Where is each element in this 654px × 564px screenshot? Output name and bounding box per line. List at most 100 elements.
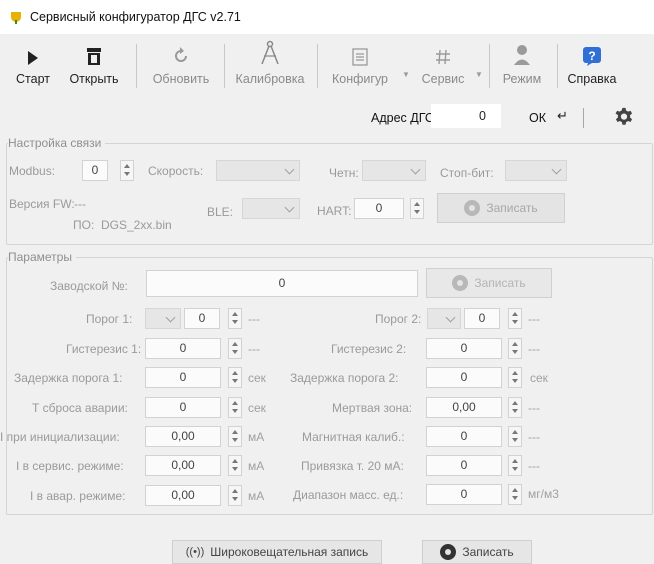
- service-dropdown-icon[interactable]: ▼: [475, 70, 483, 79]
- hart-input[interactable]: 0: [354, 198, 404, 219]
- po-value: DGS_2xx.bin: [101, 218, 172, 232]
- threshold1-spinner[interactable]: [228, 308, 242, 329]
- refresh-button[interactable]: Обновить: [145, 40, 217, 94]
- delay1-input[interactable]: 0: [145, 367, 221, 388]
- po-label: ПО:: [73, 218, 95, 232]
- bind-20ma-label: Привязка т. 20 мА:: [301, 459, 404, 473]
- alarm-reset-label: Т сброса аварии:: [32, 401, 128, 415]
- start-button[interactable]: Старт: [14, 40, 52, 94]
- threshold2-input[interactable]: 0: [464, 308, 500, 329]
- help-button[interactable]: ? Справка: [563, 40, 621, 94]
- fw-version-value: ---: [74, 197, 86, 211]
- range-label: Диапазон масс. ед.:: [293, 488, 404, 502]
- enter-icon[interactable]: ↵: [557, 108, 568, 124]
- toolbar-separator: [136, 44, 137, 88]
- bottom-write-label: Записать: [462, 545, 514, 559]
- service-button[interactable]: Сервис: [416, 40, 470, 94]
- alarm-reset-spinner[interactable]: [228, 397, 242, 418]
- alarm-reset-input[interactable]: 0: [145, 397, 221, 418]
- connection-write-button[interactable]: Записать: [437, 193, 565, 223]
- magnetic-cal-label: Магнитная калиб.:: [302, 430, 405, 444]
- calibration-label: Калибровка: [235, 72, 305, 86]
- hart-spinner[interactable]: [410, 198, 424, 219]
- i-alarm-label: I в авар. режиме:: [30, 489, 126, 503]
- serial-write-button[interactable]: Записать: [426, 268, 552, 298]
- connection-write-label: Записать: [486, 201, 538, 215]
- hysteresis2-unit: ---: [528, 342, 540, 356]
- i-service-input[interactable]: 0,00: [145, 455, 221, 476]
- delay1-spinner[interactable]: [228, 367, 242, 388]
- modbus-input[interactable]: 0: [82, 160, 108, 181]
- compass-icon: [261, 40, 279, 65]
- magnetic-cal-input[interactable]: 0: [426, 426, 502, 447]
- address-label: Адрес ДГС:: [371, 111, 438, 125]
- help-label: Справка: [567, 72, 617, 86]
- i-init-spinner[interactable]: [228, 426, 242, 447]
- dead-zone-spinner[interactable]: [508, 397, 522, 418]
- i-alarm-spinner[interactable]: [228, 485, 242, 506]
- speed-dropdown[interactable]: [216, 160, 300, 181]
- range-input[interactable]: 0: [426, 484, 502, 505]
- address-input[interactable]: 0: [431, 104, 501, 128]
- calibration-button[interactable]: Калибровка: [228, 40, 312, 94]
- bind-20ma-input[interactable]: 0: [426, 455, 502, 476]
- stopbit-dropdown[interactable]: [505, 160, 567, 181]
- hysteresis1-input[interactable]: 0: [145, 338, 221, 359]
- serial-input[interactable]: 0: [146, 270, 418, 297]
- broadcast-write-label: Широковещательная запись: [210, 545, 369, 559]
- ble-dropdown[interactable]: [242, 198, 300, 219]
- hysteresis2-input[interactable]: 0: [426, 338, 502, 359]
- magnetic-cal-spinner[interactable]: [508, 426, 522, 447]
- hysteresis1-spinner[interactable]: [228, 338, 242, 359]
- config-button[interactable]: Конфигур: [325, 40, 395, 94]
- fw-version-label: Версия FW:: [9, 197, 75, 211]
- params-title: Параметры: [8, 250, 76, 264]
- range-spinner[interactable]: [508, 484, 522, 505]
- delay1-unit: сек: [248, 371, 266, 385]
- open-button[interactable]: Открыть: [65, 40, 123, 94]
- write-disk-icon: [440, 544, 457, 560]
- i-init-input[interactable]: 0,00: [145, 426, 221, 447]
- threshold2-label: Порог 2:: [375, 312, 422, 326]
- serial-label: Заводской №:: [50, 279, 128, 293]
- mode-button[interactable]: Режим: [496, 40, 548, 94]
- dead-zone-input[interactable]: 0,00: [426, 397, 502, 418]
- i-alarm-input[interactable]: 0,00: [145, 485, 221, 506]
- threshold1-input[interactable]: 0: [184, 308, 220, 329]
- window-title: Сервисный конфигуратор ДГС v2.71: [30, 10, 241, 24]
- threshold1-unit: ---: [248, 312, 260, 326]
- parity-dropdown[interactable]: [362, 160, 426, 181]
- i-alarm-unit: мА: [248, 489, 265, 503]
- delay2-spinner[interactable]: [508, 367, 522, 388]
- svg-text:?: ?: [588, 49, 595, 63]
- magnetic-cal-unit: ---: [528, 430, 540, 444]
- bottom-write-button[interactable]: Записать: [422, 540, 532, 564]
- dead-zone-label: Мертвая зона:: [332, 401, 413, 415]
- delay2-input[interactable]: 0: [426, 367, 502, 388]
- serial-write-label: Записать: [474, 276, 526, 290]
- threshold2-dropdown[interactable]: [427, 308, 461, 329]
- hysteresis2-spinner[interactable]: [508, 338, 522, 359]
- hysteresis1-unit: ---: [248, 342, 260, 356]
- dead-zone-unit: ---: [528, 401, 540, 415]
- refresh-label: Обновить: [152, 72, 210, 86]
- i-service-spinner[interactable]: [228, 455, 242, 476]
- modbus-spinner[interactable]: [120, 160, 134, 181]
- delay2-label: Задержка порога 2:: [290, 371, 399, 385]
- i-service-label: I в сервис. режиме:: [16, 459, 124, 473]
- toolbar-separator: [317, 44, 318, 88]
- bind-20ma-spinner[interactable]: [508, 455, 522, 476]
- broadcast-icon: ((•)): [185, 546, 205, 558]
- toolbar-separator: [224, 44, 225, 88]
- help-icon: ?: [583, 47, 601, 66]
- threshold1-dropdown[interactable]: [145, 308, 181, 329]
- open-label: Открыть: [69, 72, 119, 86]
- play-icon: [28, 51, 38, 65]
- write-disk-icon: [452, 275, 469, 291]
- threshold2-spinner[interactable]: [508, 308, 522, 329]
- gear-icon[interactable]: [613, 107, 635, 129]
- broadcast-write-button[interactable]: ((•)) Широковещательная запись: [172, 540, 382, 564]
- config-dropdown-icon[interactable]: ▼: [402, 70, 410, 79]
- i-init-unit: мА: [248, 430, 265, 444]
- ok-button[interactable]: ОК: [529, 111, 546, 125]
